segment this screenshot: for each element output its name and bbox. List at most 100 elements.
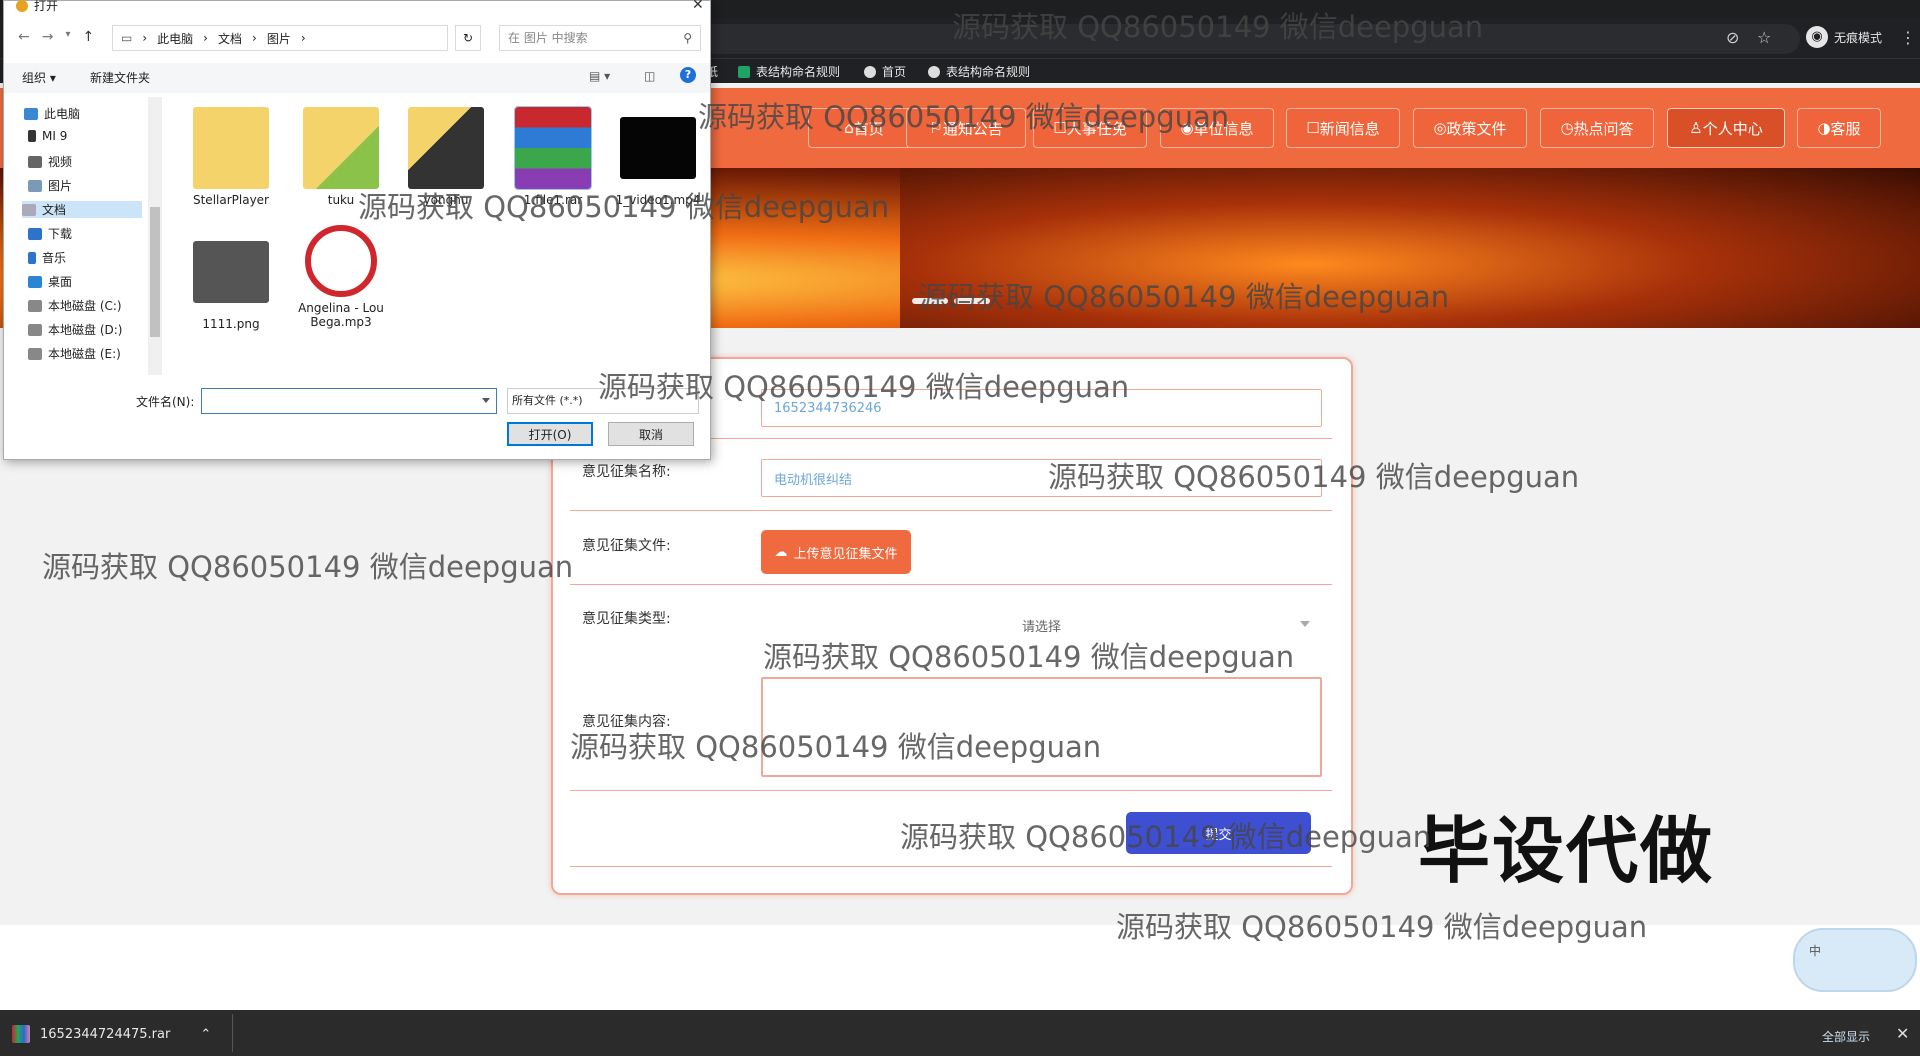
music-app-icon xyxy=(305,225,377,297)
tree-item[interactable]: 此电脑 xyxy=(24,105,80,122)
bookmark-item[interactable]: 表结构命名规则 xyxy=(738,63,840,80)
overlay-caption: 毕设代做 xyxy=(1418,809,1715,893)
search-icon: ⚲ xyxy=(683,31,692,45)
download-icon xyxy=(28,227,42,240)
address-bar[interactable] xyxy=(700,24,1800,54)
file-item[interactable]: 1_video1.mp4 xyxy=(612,107,704,207)
nav-personnel[interactable]: ☐ 人事任免 xyxy=(1033,108,1147,148)
download-bar xyxy=(0,1010,1920,1056)
filename-label: 文件名(N): xyxy=(136,395,195,409)
chevron-down-icon[interactable] xyxy=(482,398,490,403)
type-select[interactable]: 请选择 xyxy=(761,606,1322,644)
tree-item[interactable]: 本地磁盘 (D:) xyxy=(28,321,122,338)
filename-input[interactable] xyxy=(201,388,497,414)
incognito-label: 无痕模式 xyxy=(1833,30,1882,45)
id-field[interactable] xyxy=(761,389,1322,427)
bookmark-item[interactable]: 表结构命名规则 xyxy=(928,63,1030,80)
browser-menu-icon[interactable]: ⋮ xyxy=(1900,28,1916,47)
folder-icon xyxy=(193,107,269,189)
incognito-indicator[interactable]: ◉ 无痕模式 xyxy=(1805,26,1882,48)
up-arrow-icon[interactable]: ↑ xyxy=(83,29,95,45)
tree-item[interactable]: 桌面 xyxy=(28,273,72,290)
tree-item-selected[interactable]: 文档 xyxy=(22,201,142,218)
breadcrumb-item[interactable]: 图片 xyxy=(267,30,291,47)
pictures-folder-icon xyxy=(28,179,42,192)
preview-pane-icon[interactable]: ◫ xyxy=(644,69,655,83)
type-label: 意见征集类型: xyxy=(582,611,671,627)
search-input[interactable]: 在 图片 中搜索 ⚲ xyxy=(499,25,701,51)
carousel-dot[interactable] xyxy=(954,298,990,304)
breadcrumb[interactable]: ▭ › 此电脑 › 文档 › 图片 › xyxy=(112,25,448,51)
forward-arrow-icon[interactable]: → xyxy=(42,29,54,45)
tree-item[interactable]: MI 9 xyxy=(28,129,67,143)
image-folder-icon xyxy=(303,107,379,189)
breadcrumb-item[interactable]: 文档 xyxy=(218,30,242,47)
back-arrow-icon[interactable]: ← xyxy=(18,29,30,45)
close-icon[interactable]: ✕ xyxy=(1896,1024,1909,1043)
tree-item[interactable]: 视频 xyxy=(28,153,72,170)
close-icon[interactable]: ✕ xyxy=(692,0,704,13)
nav-units[interactable]: ◉ 单位信息 xyxy=(1160,108,1274,148)
organize-button[interactable]: 组织 ▾ xyxy=(22,69,56,86)
help-icon[interactable]: ? xyxy=(680,67,696,83)
new-folder-button[interactable]: 新建文件夹 xyxy=(90,69,150,86)
tree-scrollbar[interactable] xyxy=(148,97,162,375)
nav-customer-service[interactable]: ◑ 客服 xyxy=(1797,108,1881,148)
nav-personal-center[interactable]: ♙ 个人中心 xyxy=(1667,108,1785,148)
file-item[interactable]: 1111.png xyxy=(185,241,277,331)
tree-item[interactable]: 音乐 xyxy=(28,249,66,266)
pc-icon: ▭ xyxy=(121,31,133,45)
nav-home[interactable]: ⌂ 首页 xyxy=(808,108,920,148)
tree-item[interactable]: 图片 xyxy=(28,177,72,194)
show-all-downloads-link[interactable]: 全部显示 xyxy=(1822,1028,1870,1045)
refresh-icon[interactable]: ↻ xyxy=(455,25,481,51)
pc-icon xyxy=(24,107,38,120)
scrollbar-thumb[interactable] xyxy=(150,207,160,337)
file-item[interactable]: tuku xyxy=(295,107,387,207)
file-item[interactable]: yonghu xyxy=(400,107,492,207)
name-label: 意见征集名称: xyxy=(582,464,671,480)
upload-file-button[interactable]: ☁ 上传意见征集文件 xyxy=(761,530,911,574)
phone-icon xyxy=(28,130,36,142)
view-options-icon[interactable]: ▤ ▾ xyxy=(589,69,610,83)
chevron-down-icon xyxy=(1300,621,1310,627)
chevron-up-icon[interactable]: ⌃ xyxy=(200,1027,211,1042)
file-label: 意见征集文件: xyxy=(582,538,671,554)
cancel-button[interactable]: 取消 xyxy=(608,422,694,446)
breadcrumb-item[interactable]: 此电脑 xyxy=(157,30,193,47)
file-item[interactable]: Angelina - Lou Bega.mp3 xyxy=(295,225,387,329)
nav-policy[interactable]: ◎ 政策文件 xyxy=(1413,108,1527,148)
bookmark-item[interactable]: 首页 xyxy=(864,63,906,80)
open-button[interactable]: 打开(O) xyxy=(507,422,593,446)
recent-dropdown-icon[interactable]: ▾ xyxy=(65,29,70,45)
nav-news[interactable]: ☐ 新闻信息 xyxy=(1286,108,1400,148)
divider xyxy=(232,1014,233,1052)
divider xyxy=(570,866,1332,867)
nav-faq[interactable]: ◷ 热点问答 xyxy=(1540,108,1654,148)
ime-widget[interactable]: 中 xyxy=(1793,928,1917,992)
tree-item[interactable]: 本地磁盘 (E:) xyxy=(28,345,121,362)
carousel-indicators[interactable] xyxy=(912,298,990,304)
cloud-upload-icon: ☁ xyxy=(774,544,788,560)
download-item[interactable]: 1652344724475.rar ⌃ xyxy=(12,1020,211,1048)
video-folder-icon xyxy=(28,155,42,168)
filetype-select[interactable]: 所有文件 (*.*) xyxy=(507,388,699,414)
name-field[interactable] xyxy=(761,459,1322,497)
nav-notices[interactable]: ⚐ 通知公告 xyxy=(906,108,1026,148)
submit-button[interactable]: 提交 xyxy=(1126,812,1311,854)
tree-item[interactable]: 下载 xyxy=(28,225,72,242)
rar-file-icon xyxy=(12,1025,30,1043)
bookmark-star-icon[interactable]: ☆ xyxy=(1757,28,1771,47)
content-textarea[interactable] xyxy=(761,677,1322,777)
tree-item[interactable]: 本地磁盘 (C:) xyxy=(28,297,122,314)
divider xyxy=(570,510,1332,511)
file-item-selected[interactable]: 1.file1.rar xyxy=(507,106,599,207)
music-icon xyxy=(28,251,36,264)
app-icon xyxy=(16,0,28,12)
drive-icon xyxy=(28,299,42,312)
content-label: 意见征集内容: xyxy=(582,714,671,730)
tracking-blocked-icon[interactable]: ⊘ xyxy=(1726,28,1739,47)
page-footer xyxy=(0,925,1920,1010)
carousel-dot[interactable] xyxy=(912,298,948,304)
file-item[interactable]: StellarPlayer xyxy=(185,107,277,207)
